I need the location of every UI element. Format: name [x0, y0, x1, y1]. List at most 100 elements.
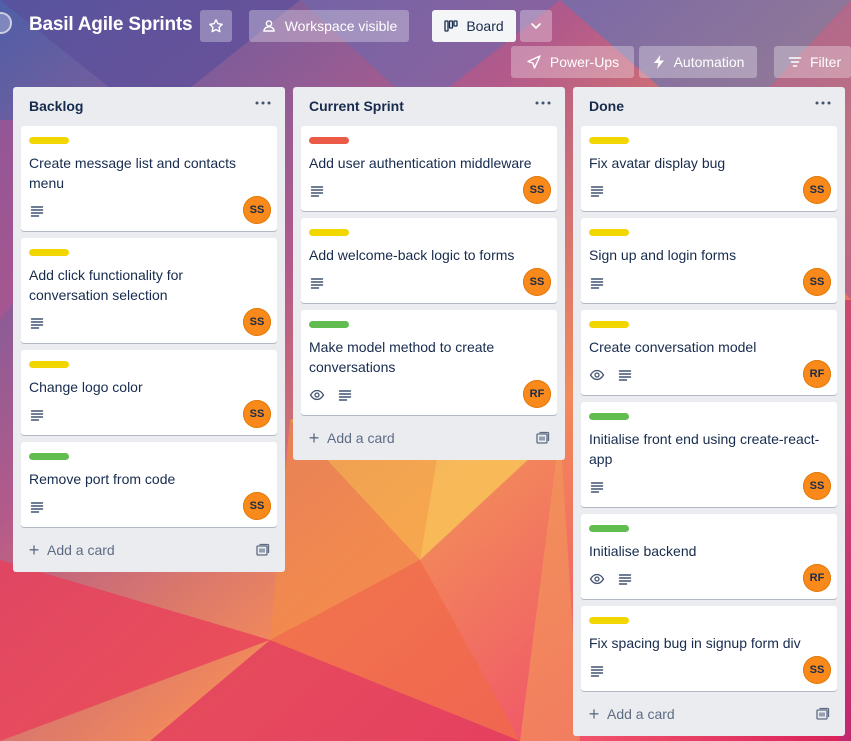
card-badges [309, 275, 325, 291]
card[interactable]: Add welcome-back logic to forms SS [301, 218, 557, 303]
card-label-yellow[interactable] [29, 249, 69, 256]
card-template-icon [536, 431, 550, 444]
description-icon [617, 571, 633, 587]
card-badges [309, 387, 353, 403]
card-title: Add welcome-back logic to forms [309, 247, 515, 263]
rocket-icon [527, 55, 541, 69]
sidebar-toggle[interactable] [0, 12, 12, 34]
avatar[interactable]: RF [803, 360, 831, 388]
board-view-label: Board [466, 18, 504, 34]
card[interactable]: Initialise front end using create-react-… [581, 402, 837, 507]
board-title[interactable]: Basil Agile Sprints [29, 14, 193, 36]
list-title[interactable]: Backlog [29, 98, 83, 114]
card-label-green[interactable] [589, 413, 629, 420]
card-label-yellow[interactable] [589, 137, 629, 144]
card[interactable]: Fix avatar display bug SS [581, 126, 837, 211]
list-header[interactable]: Done [573, 87, 845, 123]
card-badges [589, 183, 605, 199]
list-title[interactable]: Current Sprint [309, 98, 404, 114]
lightning-icon [653, 55, 664, 69]
avatar[interactable]: RF [523, 380, 551, 408]
add-card-button[interactable]: + Add a card [21, 536, 115, 564]
board-view-button[interactable]: Board [432, 10, 516, 42]
add-card-label: Add a card [327, 430, 395, 446]
card[interactable]: Create message list and contacts menu SS [21, 126, 277, 231]
card-label-yellow[interactable] [29, 361, 69, 368]
avatar[interactable]: RF [803, 564, 831, 592]
avatar[interactable]: SS [523, 268, 551, 296]
list-menu-button[interactable] [531, 91, 555, 115]
card-title: Fix spacing bug in signup form div [589, 635, 801, 651]
star-button[interactable] [200, 10, 232, 42]
card[interactable]: Add user authentication middleware SS [301, 126, 557, 211]
description-icon [29, 499, 45, 515]
card-label-yellow[interactable] [309, 229, 349, 236]
card-badges [29, 203, 45, 219]
plus-icon: + [588, 704, 600, 724]
card-label-green[interactable] [309, 321, 349, 328]
card-title: Make model method to create conversation… [309, 339, 495, 375]
card-badges [589, 367, 633, 383]
avatar[interactable]: SS [243, 400, 271, 428]
avatar[interactable]: SS [243, 196, 271, 224]
card-label-yellow[interactable] [589, 229, 629, 236]
card[interactable]: Make model method to create conversation… [301, 310, 557, 415]
avatar[interactable]: SS [803, 176, 831, 204]
description-icon [29, 315, 45, 331]
avatar[interactable]: SS [243, 308, 271, 336]
eye-icon [589, 571, 605, 587]
card-label-yellow[interactable] [29, 137, 69, 144]
card[interactable]: Add click functionality for conversation… [21, 238, 277, 343]
list-menu-button[interactable] [811, 91, 835, 115]
list-menu-button[interactable] [251, 91, 275, 115]
create-from-template-button[interactable] [811, 702, 835, 726]
list-done: Done Fix avatar display bug SS Sign up and … [573, 87, 845, 736]
card-badges [29, 315, 45, 331]
add-card-button[interactable]: + Add a card [581, 700, 675, 728]
card[interactable]: Initialise backend RF [581, 514, 837, 599]
board-icon [444, 20, 458, 32]
card-title: Add click functionality for conversation… [29, 267, 184, 303]
create-from-template-button[interactable] [251, 538, 275, 562]
view-switcher-button[interactable] [520, 10, 552, 42]
description-icon [589, 183, 605, 199]
card-badges [589, 275, 605, 291]
card[interactable]: Remove port from code SS [21, 442, 277, 527]
card-template-icon [816, 707, 830, 720]
avatar[interactable]: SS [243, 492, 271, 520]
avatar[interactable]: SS [803, 472, 831, 500]
card-label-yellow[interactable] [589, 617, 629, 624]
card[interactable]: Change logo color SS [21, 350, 277, 435]
card-title: Fix avatar display bug [589, 155, 726, 171]
card-label-red[interactable] [309, 137, 349, 144]
card-title: Sign up and login forms [589, 247, 737, 263]
description-icon [309, 183, 325, 199]
card[interactable]: Sign up and login forms SS [581, 218, 837, 303]
description-icon [589, 663, 605, 679]
create-from-template-button[interactable] [531, 426, 555, 450]
avatar[interactable]: SS [803, 268, 831, 296]
list-header[interactable]: Backlog [13, 87, 285, 123]
people-icon [263, 20, 275, 32]
workspace-visibility-button[interactable]: Workspace visible [249, 10, 409, 42]
powerups-button[interactable]: Power-Ups [511, 46, 634, 78]
card[interactable]: Create conversation model RF [581, 310, 837, 395]
add-card-button[interactable]: + Add a card [301, 424, 395, 452]
filter-button[interactable]: Filter [774, 46, 851, 78]
card-title: Create message list and contacts menu [29, 155, 236, 191]
description-icon [617, 367, 633, 383]
card-label-green[interactable] [589, 525, 629, 532]
eye-icon [589, 367, 605, 383]
card-title: Change logo color [29, 379, 143, 395]
filter-icon [788, 57, 802, 67]
avatar[interactable]: SS [803, 656, 831, 684]
avatar[interactable]: SS [523, 176, 551, 204]
card-title: Create conversation model [589, 339, 757, 355]
card[interactable]: Fix spacing bug in signup form div SS [581, 606, 837, 691]
card-badges [589, 571, 633, 587]
card-label-green[interactable] [29, 453, 69, 460]
automation-button[interactable]: Automation [639, 46, 757, 78]
list-title[interactable]: Done [589, 98, 624, 114]
card-label-yellow[interactable] [589, 321, 629, 328]
list-header[interactable]: Current Sprint [293, 87, 565, 123]
